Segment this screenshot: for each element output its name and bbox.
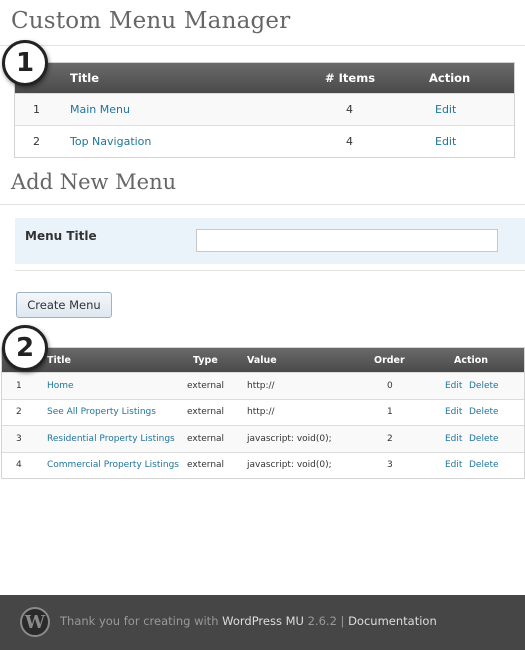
row-number: 4 xyxy=(16,460,22,471)
add-menu-heading: Add New Menu xyxy=(11,170,177,194)
add-menu-divider xyxy=(0,204,525,205)
item-title-link[interactable]: Home xyxy=(47,373,74,399)
delete-link[interactable]: Delete xyxy=(469,426,499,452)
table-row: 3 Residential Property Listings external… xyxy=(2,425,524,452)
col-value-header: Value xyxy=(247,354,277,366)
col-title-header: Title xyxy=(70,71,100,85)
menu-item-count: 4 xyxy=(346,135,353,148)
row-number: 3 xyxy=(16,433,22,444)
documentation-link[interactable]: Documentation xyxy=(348,614,437,628)
menu-title-input[interactable] xyxy=(196,229,498,252)
row-number: 2 xyxy=(33,135,40,148)
menu-title-link[interactable]: Top Navigation xyxy=(70,126,151,157)
item-type: external xyxy=(187,380,225,391)
col-title-header: Title xyxy=(47,354,71,366)
item-value: http:// xyxy=(247,407,275,418)
footer-separator: | xyxy=(336,614,349,628)
wordpress-mu-link[interactable]: WordPress MU xyxy=(222,614,304,628)
menu-title-link[interactable]: Main Menu xyxy=(70,94,130,125)
delete-link[interactable]: Delete xyxy=(469,400,499,426)
item-order: 0 xyxy=(387,380,393,391)
menu-items-table-header: Title Type Value Order Action xyxy=(2,348,524,372)
item-type: external xyxy=(187,433,225,444)
delete-link[interactable]: Delete xyxy=(469,453,499,479)
edit-link[interactable]: Edit xyxy=(435,126,456,157)
menu-items-table: Title Type Value Order Action 1 Home ext… xyxy=(1,347,525,479)
edit-link[interactable]: Edit xyxy=(445,400,462,426)
table-row: 2 Top Navigation 4 Edit xyxy=(15,125,514,157)
menu-item-count: 4 xyxy=(346,103,353,116)
edit-link[interactable]: Edit xyxy=(435,94,456,125)
item-type: external xyxy=(187,460,225,471)
menu-title-form-row: Menu Title xyxy=(15,218,525,264)
step-2-badge: 2 xyxy=(2,325,48,371)
wordpress-logo-icon[interactable]: W xyxy=(20,607,50,637)
table-row: 2 See All Property Listings external htt… xyxy=(2,398,524,426)
item-type: external xyxy=(187,407,225,418)
table-row: 1 Main Menu 4 Edit xyxy=(15,93,514,125)
menus-table: Title # Items Action 1 Main Menu 4 Edit … xyxy=(14,62,515,158)
delete-link[interactable]: Delete xyxy=(469,373,499,399)
footer: W Thank you for creating with WordPress … xyxy=(0,595,525,650)
title-divider xyxy=(0,45,525,46)
item-title-link[interactable]: See All Property Listings xyxy=(47,400,156,426)
col-order-header: Order xyxy=(374,354,405,366)
table-row: 4 Commercial Property Listings external … xyxy=(2,451,524,479)
row-number: 1 xyxy=(16,380,22,391)
item-order: 1 xyxy=(387,407,393,418)
edit-link[interactable]: Edit xyxy=(445,373,462,399)
footer-thanks: Thank you for creating with xyxy=(60,614,223,628)
item-order: 2 xyxy=(387,433,393,444)
edit-link[interactable]: Edit xyxy=(445,426,462,452)
menu-title-label: Menu Title xyxy=(25,229,97,243)
table-row: 1 Home external http:// 0 Edit Delete xyxy=(2,372,524,399)
item-value: javascript: void(0); xyxy=(247,460,332,471)
item-value: javascript: void(0); xyxy=(247,433,332,444)
item-order: 3 xyxy=(387,460,393,471)
item-title-link[interactable]: Residential Property Listings xyxy=(47,426,175,452)
col-action-header: Action xyxy=(454,354,489,366)
create-menu-button[interactable]: Create Menu xyxy=(16,292,112,318)
edit-link[interactable]: Edit xyxy=(445,453,462,479)
col-type-header: Type xyxy=(193,354,218,366)
item-title-link[interactable]: Commercial Property Listings xyxy=(47,453,179,479)
col-items-header: # Items xyxy=(325,71,376,85)
footer-text: Thank you for creating with WordPress MU… xyxy=(60,614,437,628)
row-number: 1 xyxy=(33,103,40,116)
form-divider xyxy=(15,270,525,271)
page-title: Custom Menu Manager xyxy=(11,8,291,34)
col-action-header: Action xyxy=(429,71,471,85)
item-value: http:// xyxy=(247,380,275,391)
footer-version: 2.6.2 xyxy=(303,614,337,628)
menus-table-header: Title # Items Action xyxy=(15,63,514,93)
step-1-badge: 1 xyxy=(2,40,48,86)
row-number: 2 xyxy=(16,407,22,418)
